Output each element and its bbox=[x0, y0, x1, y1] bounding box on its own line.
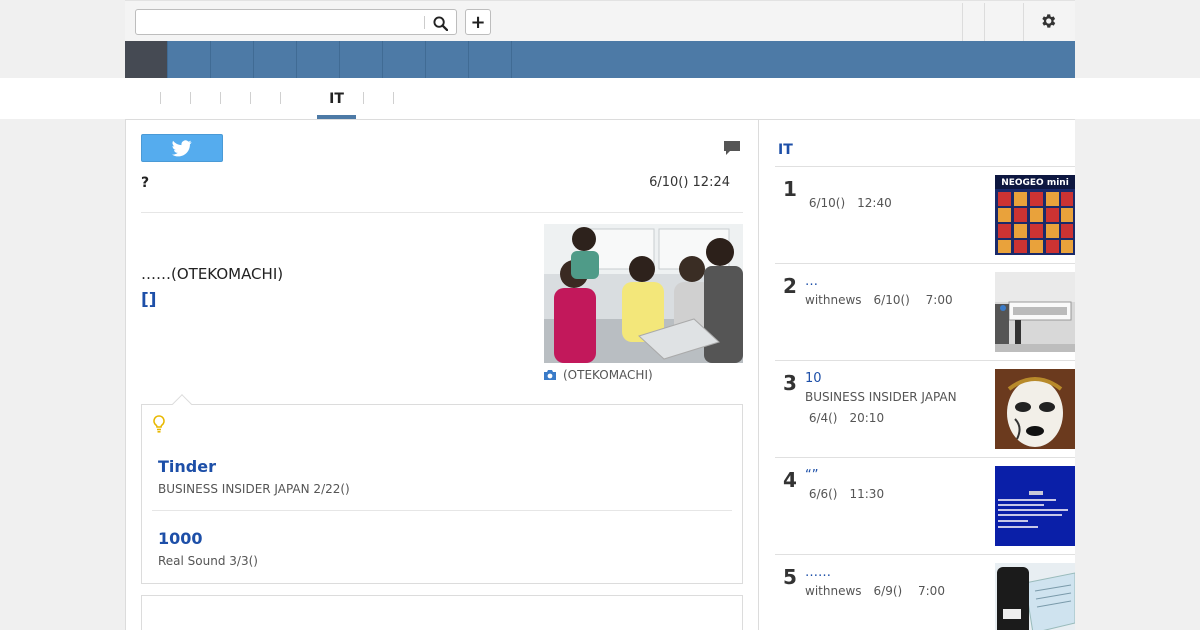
secondary-box bbox=[141, 595, 743, 630]
rank-number: 1 bbox=[783, 177, 797, 201]
search-icon bbox=[432, 15, 448, 31]
photo-caption: (OTEKOMACHI) bbox=[543, 368, 653, 382]
subnav-tab[interactable] bbox=[251, 78, 280, 119]
rank-title[interactable]: … bbox=[805, 274, 818, 289]
add-button[interactable]: + bbox=[465, 9, 491, 35]
ranking-item[interactable]: 2 … withnews 6/10() 7:00 bbox=[775, 264, 1075, 361]
article-lead-link[interactable]: [] bbox=[141, 290, 157, 310]
rank-number: 3 bbox=[783, 371, 797, 395]
subnav-tab[interactable] bbox=[221, 78, 250, 119]
nav-item[interactable] bbox=[211, 41, 254, 78]
article-lead-text: ……(OTEKOMACHI) bbox=[141, 265, 284, 283]
nav-item[interactable] bbox=[426, 41, 469, 78]
mask-thumbnail[interactable] bbox=[995, 369, 1075, 449]
ranking-item[interactable]: 4 “” 6/6() 11:30 bbox=[775, 458, 1075, 555]
nav-item-home[interactable] bbox=[125, 41, 168, 78]
subnav-tab[interactable] bbox=[143, 78, 160, 119]
related-article-meta: BUSINESS INSIDER JAPAN 2/22() bbox=[158, 482, 350, 496]
twitter-icon bbox=[172, 139, 192, 156]
related-article-title[interactable]: 1000 bbox=[158, 529, 258, 548]
nav-item[interactable] bbox=[383, 41, 426, 78]
search-separator bbox=[424, 16, 425, 29]
rank-date: 6/10() 12:40 bbox=[805, 196, 892, 210]
article-date: 6/10() 12:24 bbox=[649, 175, 730, 190]
rank-date: withnews 6/10() 7:00 bbox=[805, 293, 953, 307]
svg-text:NEOGEO mini: NEOGEO mini bbox=[1001, 178, 1069, 188]
bluescreen-thumbnail[interactable] bbox=[995, 466, 1075, 546]
rank-number: 4 bbox=[783, 468, 797, 492]
search-input[interactable] bbox=[136, 10, 424, 34]
rank-title[interactable]: 10 bbox=[805, 371, 822, 386]
nav-item[interactable] bbox=[340, 41, 383, 78]
search-button[interactable] bbox=[430, 13, 450, 33]
toolbar-divider bbox=[984, 3, 985, 41]
settings-button[interactable] bbox=[1037, 10, 1059, 32]
toolbar-divider bbox=[962, 3, 963, 41]
rank-date: 6/4() 20:10 bbox=[805, 411, 885, 425]
search-box bbox=[135, 9, 457, 35]
ranking-item[interactable]: 5 …… withnews 6/9() 7:00 bbox=[775, 555, 1075, 630]
related-articles-box: Tinder BUSINESS INSIDER JAPAN 2/22() 100… bbox=[141, 394, 743, 584]
neogeo-thumbnail[interactable]: NEOGEO mini bbox=[995, 175, 1075, 255]
photo-caption-text: (OTEKOMACHI) bbox=[563, 368, 653, 382]
subnav-tab[interactable] bbox=[161, 78, 190, 119]
related-article[interactable]: 1000 Real Sound 3/3() bbox=[158, 529, 258, 568]
subnav-separator bbox=[280, 92, 281, 104]
rank-number: 5 bbox=[783, 565, 797, 589]
camera-icon bbox=[544, 370, 556, 380]
rank-date: 6/6() 11:30 bbox=[805, 487, 885, 501]
rank-title[interactable]: …… bbox=[805, 565, 831, 580]
nav-item[interactable] bbox=[168, 41, 211, 78]
nav-item[interactable] bbox=[297, 41, 340, 78]
comment-icon[interactable] bbox=[723, 140, 741, 156]
ranking-item[interactable]: 3 10 BUSINESS INSIDER JAPAN 6/4() 20:10 bbox=[775, 361, 1075, 458]
ranking-title: IT bbox=[778, 142, 793, 158]
rank-date: withnews 6/9() 7:00 bbox=[805, 584, 945, 598]
twitter-share-button[interactable] bbox=[141, 134, 223, 162]
ranking-sidebar: IT 1 6/10() 12:40 NEOGEO mini 2 … withne… bbox=[759, 119, 1075, 630]
divider bbox=[141, 212, 743, 213]
rank-title[interactable]: “” bbox=[805, 468, 818, 483]
category-navbar bbox=[125, 41, 1075, 78]
card-reader-thumbnail[interactable] bbox=[995, 563, 1075, 630]
article-headline: ? bbox=[141, 175, 150, 191]
machine-thumbnail[interactable] bbox=[995, 272, 1075, 352]
ranking-item[interactable]: 1 6/10() 12:40 NEOGEO mini bbox=[775, 167, 1075, 264]
top-toolbar: + bbox=[125, 0, 1075, 41]
related-article-meta: Real Sound 3/3() bbox=[158, 554, 258, 568]
toolbar-divider bbox=[1023, 3, 1024, 41]
subnav-tab[interactable] bbox=[364, 78, 393, 119]
rank-number: 2 bbox=[783, 274, 797, 298]
lightbulb-icon bbox=[153, 415, 165, 433]
article-photo[interactable] bbox=[544, 224, 743, 363]
rank-source: BUSINESS INSIDER JAPAN bbox=[805, 390, 957, 404]
sub-navigation: IT bbox=[0, 78, 1200, 119]
subnav-separator bbox=[393, 92, 394, 104]
article-panel: ? 6/10() 12:24 ……(OTEKOMACHI) [] (OTEKOM… bbox=[125, 119, 759, 630]
related-article-title[interactable]: Tinder bbox=[158, 457, 350, 476]
subnav-tab[interactable] bbox=[191, 78, 220, 119]
divider bbox=[152, 510, 732, 511]
nav-item[interactable] bbox=[254, 41, 297, 78]
related-box-notch bbox=[172, 394, 192, 414]
gear-icon bbox=[1042, 14, 1056, 28]
nav-item[interactable] bbox=[469, 41, 512, 78]
tab-it[interactable]: IT bbox=[317, 78, 356, 119]
related-article[interactable]: Tinder BUSINESS INSIDER JAPAN 2/22() bbox=[158, 457, 350, 496]
